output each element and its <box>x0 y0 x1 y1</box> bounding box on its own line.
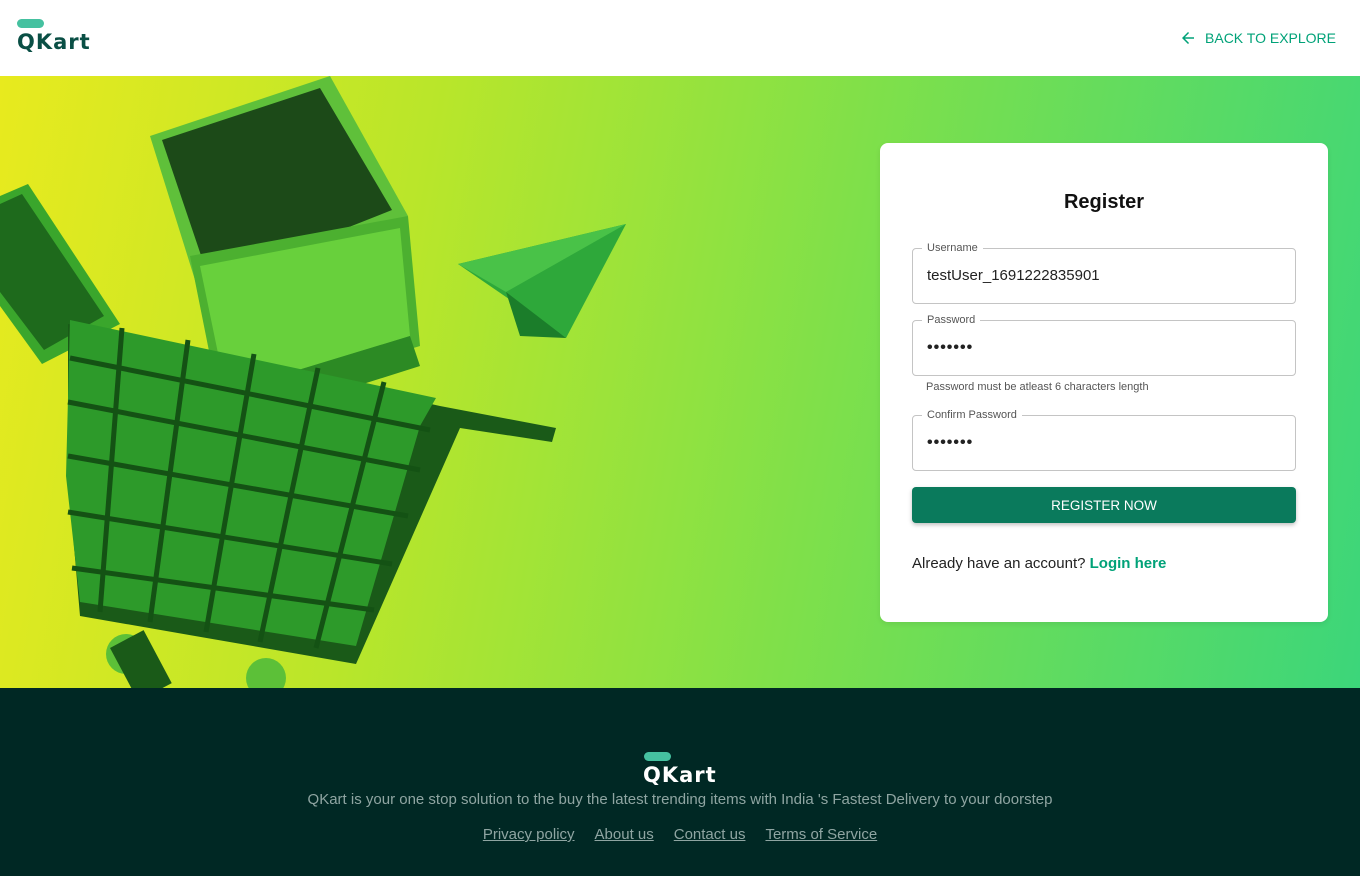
password-value: ••••••• <box>927 339 974 356</box>
password-label: Password <box>922 313 981 327</box>
footer-logo: QKart <box>643 752 723 788</box>
footer: QKart QKart is your one stop solution to… <box>0 688 1360 876</box>
footer-description: QKart is your one stop solution to the b… <box>307 791 1053 808</box>
register-card: Register Username testUser_1691222835901… <box>880 143 1328 622</box>
username-value: testUser_1691222835901 <box>927 267 1100 284</box>
login-prompt-text: Already have an account? <box>912 555 1086 572</box>
username-label: Username <box>922 241 983 255</box>
arrow-left-icon <box>1182 32 1195 44</box>
back-to-explore-button[interactable]: BACK TO EXPLORE <box>1179 27 1336 49</box>
terms-of-service-link[interactable]: Terms of Service <box>765 826 877 843</box>
logo-mark-icon <box>17 19 44 28</box>
username-field[interactable]: Username testUser_1691222835901 <box>912 241 1296 304</box>
contact-us-link[interactable]: Contact us <box>674 826 746 843</box>
shopping-illustration <box>0 76 626 688</box>
footer-logo-mark-icon <box>644 752 671 761</box>
confirm-password-label: Confirm Password <box>922 408 1022 422</box>
footer-logo-text: QKart <box>643 763 717 787</box>
privacy-policy-link[interactable]: Privacy policy <box>483 826 575 843</box>
login-prompt-row: Already have an account? Login here <box>912 555 1166 572</box>
confirm-password-field[interactable]: Confirm Password ••••••• <box>912 408 1296 471</box>
password-helper-text: Password must be atleast 6 characters le… <box>926 381 1149 393</box>
password-field[interactable]: Password ••••••• <box>912 313 1296 376</box>
footer-links: Privacy policy About us Contact us Terms… <box>0 826 1360 843</box>
login-here-link[interactable]: Login here <box>1090 555 1167 572</box>
paper-plane-illustration <box>458 224 626 338</box>
logo-text: QKart <box>17 30 91 54</box>
register-title: Register <box>1063 191 1145 213</box>
cart-illustration <box>66 320 556 688</box>
header: QKart BACK TO EXPLORE <box>0 0 1360 76</box>
qkart-logo[interactable]: QKart <box>17 19 93 55</box>
about-us-link[interactable]: About us <box>595 826 654 843</box>
back-to-explore-label: BACK TO EXPLORE <box>1205 30 1336 46</box>
confirm-password-value: ••••••• <box>927 434 974 451</box>
hero-section: Register Username testUser_1691222835901… <box>0 76 1360 688</box>
register-now-button[interactable]: REGISTER NOW <box>912 487 1296 523</box>
